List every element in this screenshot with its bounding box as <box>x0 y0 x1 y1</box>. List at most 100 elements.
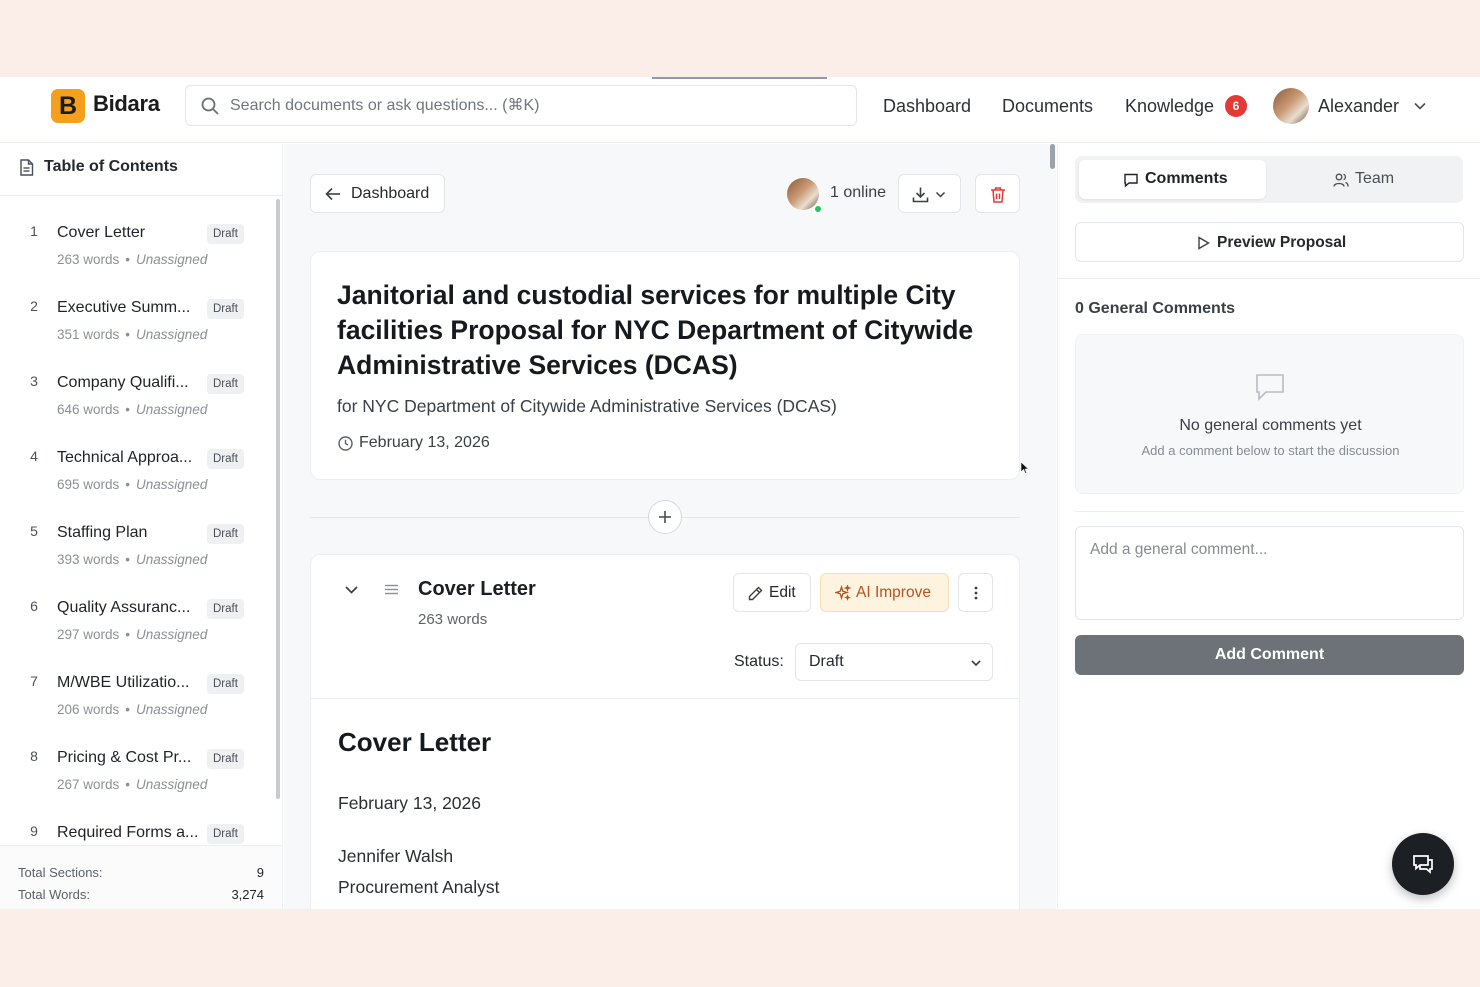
search-bar[interactable] <box>185 85 857 126</box>
total-sections-value: 9 <box>256 865 264 880</box>
chevron-down-icon <box>971 660 981 667</box>
toc-item-name: Technical Approa... <box>57 449 193 466</box>
content-heading: Cover Letter <box>338 727 492 757</box>
proposal-date: February 13, 2026 <box>359 434 490 451</box>
comments-panel: Comments Team Preview Proposal 0 General… <box>1057 144 1480 909</box>
toc-item-words: 646 words <box>57 402 120 417</box>
add-comment-button[interactable]: Add Comment <box>1075 635 1464 675</box>
toc-item-words: 393 words <box>57 552 120 567</box>
toc-item-assignee: Unassigned <box>136 627 208 642</box>
user-menu-name[interactable]: Alexander <box>1318 96 1399 117</box>
add-section-button[interactable] <box>648 500 682 534</box>
toc-item-8[interactable]: 8 Pricing & Cost Pr... Draft 267 words • U… <box>22 737 262 805</box>
status-badge: Draft <box>207 674 244 694</box>
proposal-title: Janitorial and custodial services for mu… <box>337 280 974 380</box>
toc-item-number: 3 <box>30 373 38 389</box>
status-label: Status: <box>734 653 784 670</box>
message-icon <box>1124 173 1138 188</box>
tab-comments-label: Comments <box>1145 170 1228 187</box>
panel-tabs: Comments Team <box>1075 156 1463 203</box>
content-recipient-role: Procurement Analyst <box>338 877 500 897</box>
chevron-down-icon[interactable] <box>1413 99 1427 113</box>
tab-team-label: Team <box>1355 170 1395 187</box>
edit-button[interactable]: Edit <box>733 573 811 612</box>
status-badge: Draft <box>207 224 244 244</box>
brand-name[interactable]: Bidara <box>93 91 160 117</box>
download-button[interactable] <box>898 174 961 213</box>
back-button-label: Dashboard <box>351 185 430 202</box>
mouse-cursor-icon <box>1021 462 1029 474</box>
toc-header: Table of Contents <box>0 144 282 196</box>
online-count: 1 online <box>830 184 887 201</box>
status-badge: Draft <box>207 524 244 544</box>
toc-item-words: 267 words <box>57 777 120 792</box>
chevron-down-icon[interactable] <box>344 582 359 597</box>
toc-item-4[interactable]: 4 Technical Approa... Draft 695 words • Un… <box>22 437 262 505</box>
chat-support-button[interactable] <box>1392 833 1454 895</box>
proposal-agency: for NYC Department of Citywide Administr… <box>337 396 837 416</box>
toc-item-6[interactable]: 6 Quality Assuranc... Draft 297 words • Un… <box>22 587 262 655</box>
content-date: February 13, 2026 <box>338 793 482 813</box>
sidebar-scrollbar[interactable] <box>276 199 280 799</box>
toc-item-number: 7 <box>30 673 38 689</box>
toc-item-name: Pricing & Cost Pr... <box>57 749 192 766</box>
nav-knowledge[interactable]: Knowledge <box>1125 96 1214 117</box>
delete-button[interactable] <box>975 174 1020 213</box>
edit-button-label: Edit <box>769 584 796 601</box>
toc-item-assignee: Unassigned <box>136 477 208 492</box>
document-icon <box>20 159 34 176</box>
toc-item-meta: 646 words • Unassigned <box>57 402 208 417</box>
search-input[interactable] <box>230 86 840 125</box>
tab-comments[interactable]: Comments <box>1079 160 1266 199</box>
chevron-down-icon <box>935 191 946 198</box>
preview-proposal-button[interactable]: Preview Proposal <box>1075 222 1464 262</box>
status-badge: Draft <box>207 374 244 394</box>
download-icon <box>912 187 929 203</box>
status-select[interactable]: Draft <box>795 643 993 681</box>
toc-item-1[interactable]: 1 Cover Letter Draft 263 words • Unassigne… <box>22 212 262 280</box>
toc-item-meta: 695 words • Unassigned <box>57 477 208 492</box>
search-icon <box>201 97 219 115</box>
general-comments-count: 0 General Comments <box>1075 300 1236 317</box>
toc-item-5[interactable]: 5 Staffing Plan Draft 393 words • Unassign… <box>22 512 262 580</box>
empty-comments-state: No general comments yet Add a comment be… <box>1075 334 1464 494</box>
section-separator <box>311 698 1019 699</box>
status-badge: Draft <box>207 449 244 469</box>
nav-dashboard[interactable]: Dashboard <box>883 96 971 117</box>
ai-improve-button[interactable]: AI Improve <box>820 573 949 612</box>
more-options-button[interactable] <box>958 573 993 612</box>
online-indicator <box>813 204 823 214</box>
back-to-dashboard-button[interactable]: Dashboard <box>310 174 445 213</box>
pencil-icon <box>748 586 763 601</box>
toc-item-number: 8 <box>30 748 38 764</box>
toc-item-number: 2 <box>30 298 38 314</box>
play-icon <box>1198 236 1210 250</box>
user-avatar[interactable] <box>1273 88 1309 124</box>
status-badge: Draft <box>207 749 244 769</box>
toc-item-2[interactable]: 2 Executive Summ... Draft 351 words • Unas… <box>22 287 262 355</box>
toc-item-9[interactable]: 9 Required Forms a... Draft <box>22 812 262 846</box>
general-comment-input[interactable] <box>1075 526 1464 620</box>
toc-item-words: 206 words <box>57 702 120 717</box>
toc-sidebar: Table of Contents 1 Cover Letter Draft 2… <box>0 144 283 909</box>
message-icon <box>1256 374 1284 401</box>
brand-logo-icon[interactable]: B <box>51 89 85 123</box>
nav-documents[interactable]: Documents <box>1002 96 1093 117</box>
toc-item-meta: 393 words • Unassigned <box>57 552 208 567</box>
toc-item-7[interactable]: 7 M/WBE Utilizatio... Draft 206 words • Un… <box>22 662 262 730</box>
toc-item-name: Company Qualifi... <box>57 374 189 391</box>
toc-item-words: 351 words <box>57 327 120 342</box>
section-card-cover-letter: Cover Letter 263 words Edit AI Improve S… <box>310 554 1020 909</box>
toc-item-name: Staffing Plan <box>57 524 148 541</box>
toc-item-number: 1 <box>30 223 38 239</box>
toc-item-3[interactable]: 3 Company Qualifi... Draft 646 words • Una… <box>22 362 262 430</box>
tab-team[interactable]: Team <box>1272 160 1459 199</box>
toc-item-assignee: Unassigned <box>136 702 208 717</box>
knowledge-count-badge: 6 <box>1225 95 1247 117</box>
drag-handle-icon[interactable] <box>384 582 399 597</box>
editor-scrollbar[interactable] <box>1050 144 1055 169</box>
status-badge: Draft <box>207 299 244 319</box>
status-badge: Draft <box>207 599 244 619</box>
clock-icon <box>338 436 353 451</box>
toc-item-number: 9 <box>30 823 38 839</box>
